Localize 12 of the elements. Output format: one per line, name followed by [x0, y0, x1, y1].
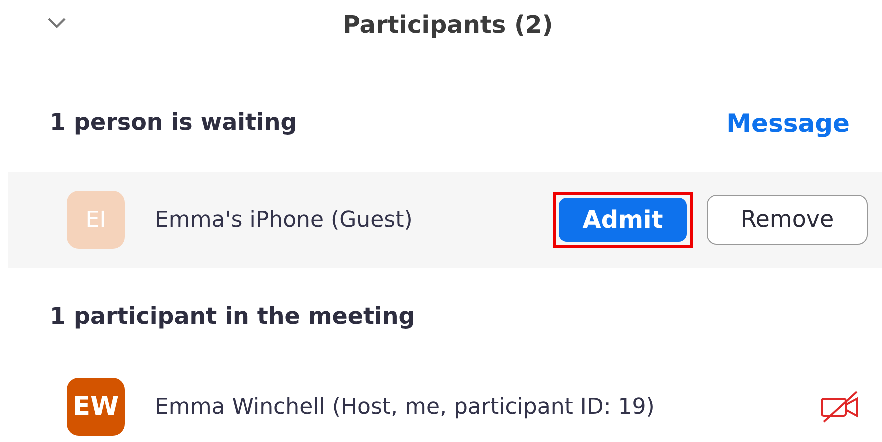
- panel-title: Participants (2): [342, 11, 554, 39]
- avatar: EW: [67, 378, 125, 436]
- chevron-icon[interactable]: [47, 17, 67, 29]
- message-link[interactable]: Message: [726, 108, 850, 138]
- video-off-icon[interactable]: [820, 390, 860, 424]
- section-heading: 1 participant in the meeting: [50, 304, 416, 330]
- participant-name: Emma Winchell (Host, me, participant ID: 19): [155, 394, 655, 420]
- section-heading: 1 person is waiting: [50, 110, 298, 136]
- admit-button[interactable]: Admit: [559, 198, 687, 242]
- participant-name: Emma's iPhone (Guest): [155, 208, 413, 232]
- avatar: EI: [67, 191, 125, 249]
- remove-button[interactable]: Remove: [707, 195, 868, 245]
